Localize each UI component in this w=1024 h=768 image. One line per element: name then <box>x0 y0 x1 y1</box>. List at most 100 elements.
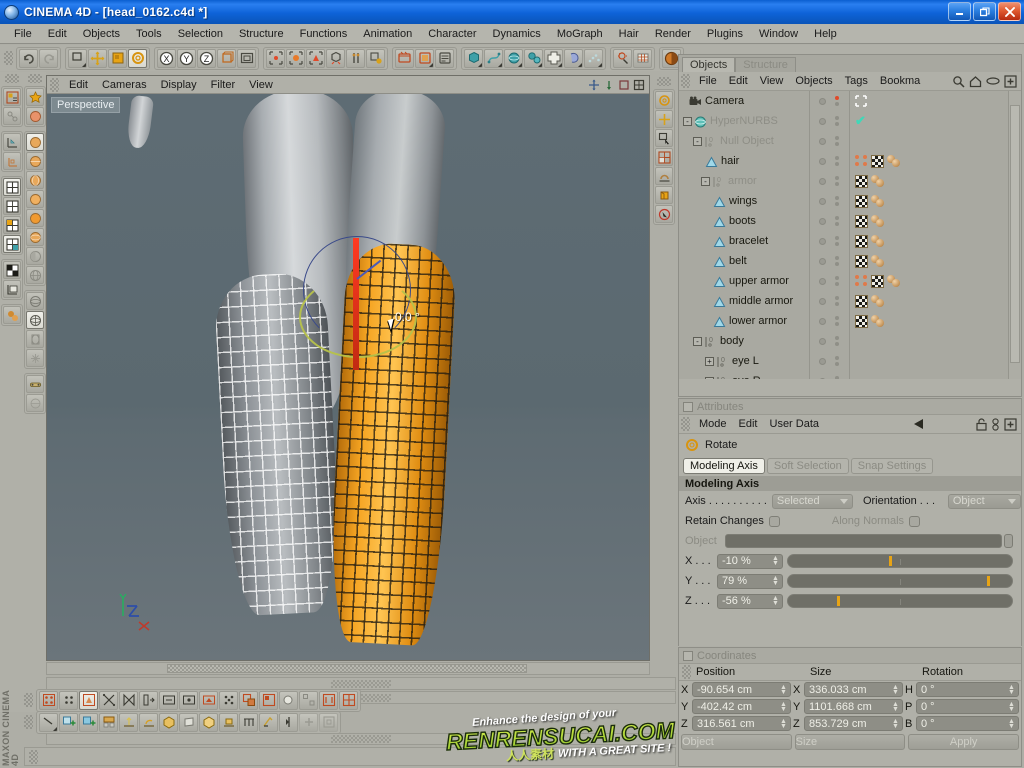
model-mode-icon[interactable] <box>326 48 345 68</box>
viewport-menu-edit[interactable]: Edit <box>62 78 95 92</box>
move-tool-icon[interactable] <box>88 48 107 68</box>
enable-dot[interactable] <box>819 97 826 105</box>
disable-icon[interactable] <box>655 205 673 223</box>
home-icon[interactable] <box>969 75 982 88</box>
objects-menu-bookmarks[interactable]: Bookma <box>874 74 926 88</box>
object-visibility-dots[interactable] <box>819 336 839 346</box>
disconnect-icon[interactable] <box>199 712 218 732</box>
coordinates-grip[interactable] <box>682 665 691 679</box>
enable-dot[interactable] <box>819 297 826 305</box>
object-visibility-dots[interactable] <box>819 156 839 166</box>
protection-tag-icon[interactable] <box>855 95 867 107</box>
texture-mode-icon[interactable] <box>366 48 385 68</box>
slide-icon[interactable] <box>299 690 318 710</box>
menu-edit[interactable]: Edit <box>40 26 75 42</box>
status-bar-grip[interactable] <box>29 749 38 764</box>
rotation-b-input[interactable]: 0 ° ▲ ▼ <box>916 716 1019 731</box>
floor-icon[interactable] <box>633 48 652 68</box>
menu-plugins[interactable]: Plugins <box>699 26 751 42</box>
object-field-button[interactable] <box>1004 534 1013 548</box>
along-normals-checkbox[interactable] <box>909 515 921 527</box>
pan-icon[interactable] <box>588 79 600 91</box>
table-row[interactable]: belt <box>679 251 1021 271</box>
material-tag-icon[interactable] <box>871 215 885 227</box>
visibility-dots[interactable] <box>835 336 839 346</box>
spline-icon[interactable] <box>319 690 338 710</box>
attributes-menu-edit[interactable]: Edit <box>733 417 764 431</box>
move-tool-icon-right[interactable] <box>655 110 673 128</box>
object-drop-field[interactable] <box>725 534 1002 548</box>
search-icon[interactable] <box>952 75 965 88</box>
cylinder-prim-icon[interactable] <box>26 171 44 189</box>
x-slider[interactable] <box>787 554 1013 568</box>
menu-file[interactable]: File <box>6 26 40 42</box>
x-stepper[interactable]: ▲ ▼ <box>771 555 780 567</box>
coordinate-mode-dropdown[interactable]: Object <box>681 734 792 750</box>
cube-prim-icon[interactable] <box>26 133 44 151</box>
visibility-dots[interactable] <box>835 116 839 126</box>
render-settings-icon[interactable] <box>435 48 454 68</box>
object-visibility-dots[interactable] <box>819 376 839 379</box>
size-x-input[interactable]: 336.033 cm ▲ ▼ <box>804 682 903 697</box>
add-icon[interactable] <box>1004 74 1017 88</box>
table-row[interactable]: middle armor <box>679 291 1021 311</box>
maximize-view-icon[interactable] <box>633 79 645 91</box>
deformer-icon[interactable] <box>544 48 563 68</box>
visibility-dots[interactable] <box>835 176 839 186</box>
texture-tag-icon[interactable] <box>855 314 868 328</box>
menu-help[interactable]: Help <box>806 26 845 42</box>
object-tags[interactable] <box>855 254 885 268</box>
check-tag-icon[interactable]: ✔ <box>855 114 866 127</box>
object-tags[interactable] <box>855 234 885 248</box>
enable-dot[interactable] <box>819 117 826 125</box>
world-coord-icon[interactable] <box>217 48 236 68</box>
left-toolbar2-grip[interactable] <box>28 74 42 83</box>
orientation-dropdown[interactable]: Object <box>947 493 1021 509</box>
plane-prim-icon[interactable] <box>26 190 44 208</box>
position-z-stepper[interactable]: ▲ ▼ <box>779 718 788 730</box>
menu-render[interactable]: Render <box>647 26 699 42</box>
knife-icon[interactable] <box>655 186 673 204</box>
material-tag-icon[interactable] <box>871 295 885 307</box>
enable-dot[interactable] <box>819 197 826 205</box>
object-visibility-dots[interactable] <box>819 356 839 366</box>
extrude-icon[interactable] <box>39 712 58 732</box>
table-row[interactable]: - 0 armor <box>679 171 1021 191</box>
table-row[interactable]: bracelet <box>679 231 1021 251</box>
add-icon[interactable] <box>1004 417 1017 431</box>
object-visibility-dots[interactable] <box>819 296 839 306</box>
tab-snap-settings[interactable]: Snap Settings <box>850 458 934 474</box>
cube-icon[interactable] <box>464 48 483 68</box>
enable-dot[interactable] <box>819 337 826 345</box>
bottom-toolbar2-grip[interactable] <box>24 715 33 729</box>
menu-mograph[interactable]: MoGraph <box>549 26 611 42</box>
size-z-stepper[interactable]: ▲ ▼ <box>891 718 900 730</box>
array-icon[interactable] <box>524 48 543 68</box>
extrude-inner-icon[interactable] <box>59 712 78 732</box>
figure-icon[interactable] <box>26 375 44 393</box>
attributes-menu-userdata[interactable]: User Data <box>764 417 826 431</box>
rotate-tool-icon-right[interactable] <box>655 91 673 109</box>
deform-icon[interactable] <box>3 306 21 324</box>
table-row[interactable]: upper armor <box>679 271 1021 291</box>
tree-expander[interactable]: - <box>693 136 702 146</box>
attributes-collapse-toggle[interactable] <box>683 401 693 412</box>
object-visibility-dots[interactable] <box>819 196 839 206</box>
material-tag-icon[interactable] <box>871 315 885 327</box>
table-row[interactable]: - 0 Null Object <box>679 131 1021 151</box>
object-visibility-dots[interactable] <box>819 96 839 106</box>
toolbar-grip[interactable] <box>4 51 13 65</box>
nurbs-icon[interactable] <box>504 48 523 68</box>
menu-objects[interactable]: Objects <box>75 26 128 42</box>
menu-functions[interactable]: Functions <box>292 26 356 42</box>
viewport-menu-cameras[interactable]: Cameras <box>95 78 154 92</box>
optimize-icon[interactable] <box>299 712 318 732</box>
tab-soft-selection[interactable]: Soft Selection <box>766 458 849 474</box>
points-icon[interactable] <box>59 690 78 710</box>
object-visibility-dots[interactable] <box>819 116 839 126</box>
selection-tool-icon[interactable] <box>68 48 87 68</box>
magnet-icon[interactable] <box>239 690 258 710</box>
menu-hair[interactable]: Hair <box>611 26 647 42</box>
object-tags[interactable] <box>855 294 885 308</box>
edge-mode-icon[interactable] <box>286 48 305 68</box>
